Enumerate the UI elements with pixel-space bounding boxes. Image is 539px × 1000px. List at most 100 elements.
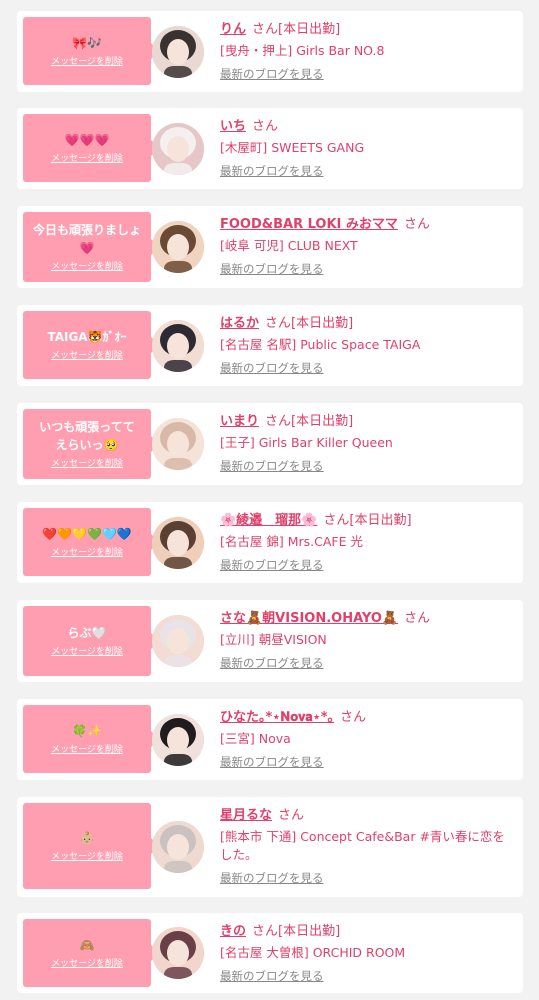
avatar[interactable] xyxy=(152,319,204,372)
delete-message-link[interactable]: メッセージを削除 xyxy=(51,851,123,863)
message-bubble: 今日も頑張りましょ💗 メッセージを削除 xyxy=(23,212,159,282)
latest-blog-link[interactable]: 最新のブログを見る xyxy=(220,162,324,180)
message-bubble: いつも頑張ってて えらいっ🥺 メッセージを削除 xyxy=(23,409,159,479)
avatar[interactable] xyxy=(152,25,204,78)
message-text: 今日も頑張りましょ💗 xyxy=(32,223,141,255)
message-card: 🍀✨ メッセージを削除 ひなた｡*⋆𝐍𝐨𝐯𝐚⋆*｡ さん [三宮] Nova 最新… xyxy=(17,699,523,780)
message-text: 🎀🎶 xyxy=(72,36,102,50)
entry-info: 🌸綾邉 瑠那🌸 さん[本日出勤] [名古屋 錦] Mrs.CAFE 光 最新のブロ… xyxy=(220,512,515,575)
entry-info: きの さん[本日出勤] [名古屋 大曽根] ORCHID ROOM 最新のブログを… xyxy=(220,923,515,986)
honorific: さん xyxy=(252,924,279,939)
latest-blog-link[interactable]: 最新のブログを見る xyxy=(220,869,324,887)
latest-blog-link[interactable]: 最新のブログを見る xyxy=(220,260,324,278)
avatar[interactable] xyxy=(152,122,204,175)
message-text: いつも頑張ってて えらいっ🥺 xyxy=(39,420,135,452)
cast-name-link[interactable]: いまり xyxy=(220,414,259,429)
latest-blog-link[interactable]: 最新のブログを見る xyxy=(220,556,324,574)
latest-blog-link[interactable]: 最新のブログを見る xyxy=(220,753,324,771)
message-text: らぶ🤍 xyxy=(67,626,107,640)
name-line: はるか さん[本日出勤] xyxy=(220,315,515,333)
latest-blog-link[interactable]: 最新のブログを見る xyxy=(220,967,324,985)
cast-name-link[interactable]: いち xyxy=(220,119,246,134)
avatar[interactable] xyxy=(152,821,204,873)
message-card: ❤️🧡💛💚🩵💙 メッセージを削除 🌸綾邉 瑠那🌸 さん[本日出勤] [名古屋 錦]… xyxy=(17,502,523,583)
cast-name-link[interactable]: ひなた｡*⋆𝐍𝐨𝐯𝐚⋆*｡ xyxy=(220,710,334,725)
honorific: さん xyxy=(265,316,292,331)
avatar-photo-icon xyxy=(152,516,204,569)
honorific: さん xyxy=(278,808,305,823)
name-line: 🌸綾邉 瑠那🌸 さん[本日出勤] xyxy=(220,512,515,530)
entry-info: FOOD&BAR LOKI みおママ さん [岐阜 可児] CLUB NEXT 最… xyxy=(220,216,515,279)
message-text: 💗💗💗 xyxy=(64,133,110,147)
message-bubble: TAIGA🐯ｶﾞｵｰ メッセージを削除 xyxy=(23,311,159,379)
delete-message-link[interactable]: メッセージを削除 xyxy=(51,646,123,658)
avatar-photo-icon xyxy=(152,319,204,372)
avatar-photo-icon xyxy=(152,122,204,175)
latest-blog-link[interactable]: 最新のブログを見る xyxy=(220,359,324,377)
entry-info: はるか さん[本日出勤] [名古屋 名駅] Public Space TAIGA … xyxy=(220,315,515,378)
message-card: いつも頑張ってて えらいっ🥺 メッセージを削除 いまり さん[本日出勤] [王子]… xyxy=(17,403,523,485)
cast-name-link[interactable]: きの xyxy=(220,924,246,939)
name-line: いまり さん[本日出勤] xyxy=(220,413,515,431)
shop-name: [立川] 朝昼VISION xyxy=(220,632,327,647)
avatar[interactable] xyxy=(152,418,204,470)
message-card: 👶🏼 メッセージを削除 星月るな さん [熊本市 下通] Concept Cafe… xyxy=(17,797,523,897)
entry-info: 星月るな さん [熊本市 下通] Concept Cafe&Bar #青い春に恋を… xyxy=(220,807,515,888)
entry-info: いち さん [木屋町] SWEETS GANG 最新のブログを見る xyxy=(220,118,515,181)
entry-info: さな🧸朝VISION.OHAYO🧸 さん [立川] 朝昼VISION 最新のブログ… xyxy=(220,610,515,673)
honorific: さん xyxy=(403,217,430,232)
cast-name-link[interactable]: FOOD&BAR LOKI みおママ xyxy=(220,217,398,232)
message-card: らぶ🤍 メッセージを削除 さな🧸朝VISION.OHAYO🧸 さん [立川] 朝昼… xyxy=(17,600,523,682)
avatar-photo-icon xyxy=(152,221,204,273)
delete-message-link[interactable]: メッセージを削除 xyxy=(51,458,123,470)
attendance-status: [本日出勤] xyxy=(291,414,354,429)
message-card: 今日も頑張りましょ💗 メッセージを削除 FOOD&BAR LOKI みおママ さん… xyxy=(17,206,523,288)
avatar[interactable] xyxy=(152,516,204,569)
latest-blog-link[interactable]: 最新のブログを見る xyxy=(220,654,324,672)
message-bubble: ❤️🧡💛💚🩵💙 メッセージを削除 xyxy=(23,508,159,576)
avatar-photo-icon xyxy=(152,615,204,667)
message-text: 🍀✨ xyxy=(72,724,102,738)
entry-info: ひなた｡*⋆𝐍𝐨𝐯𝐚⋆*｡ さん [三宮] Nova 最新のブログを見る xyxy=(220,709,515,772)
avatar[interactable] xyxy=(152,615,204,667)
cast-name-link[interactable]: さな🧸朝VISION.OHAYO🧸 xyxy=(220,611,398,626)
cast-name-link[interactable]: 🌸綾邉 瑠那🌸 xyxy=(220,513,317,528)
avatar-photo-icon xyxy=(152,927,204,979)
delete-message-link[interactable]: メッセージを削除 xyxy=(51,56,123,68)
delete-message-link[interactable]: メッセージを削除 xyxy=(51,350,123,362)
attendance-status: [本日出勤] xyxy=(278,924,341,939)
name-line: さな🧸朝VISION.OHAYO🧸 さん xyxy=(220,610,515,628)
message-bubble: 🎀🎶 メッセージを削除 xyxy=(23,17,159,85)
entry-info: いまり さん[本日出勤] [王子] Girls Bar Killer Queen … xyxy=(220,413,515,476)
shop-name: [岐阜 可児] CLUB NEXT xyxy=(220,238,358,253)
avatar-photo-icon xyxy=(152,418,204,470)
shop-name: [名古屋 名駅] Public Space TAIGA xyxy=(220,337,421,352)
latest-blog-link[interactable]: 最新のブログを見る xyxy=(220,457,324,475)
delete-message-link[interactable]: メッセージを削除 xyxy=(51,744,123,756)
message-card: TAIGA🐯ｶﾞｵｰ メッセージを削除 はるか さん[本日出勤] [名古屋 名駅]… xyxy=(17,305,523,386)
avatar[interactable] xyxy=(152,221,204,273)
name-line: りん さん[本日出勤] xyxy=(220,21,515,39)
honorific: さん xyxy=(252,22,279,37)
delete-message-link[interactable]: メッセージを削除 xyxy=(51,261,123,273)
message-bubble: 👶🏼 メッセージを削除 xyxy=(23,803,159,889)
delete-message-link[interactable]: メッセージを削除 xyxy=(51,547,123,559)
avatar[interactable] xyxy=(152,927,204,979)
message-card: 🙈 メッセージを削除 きの さん[本日出勤] [名古屋 大曽根] ORCHID R… xyxy=(17,913,523,993)
message-text: ❤️🧡💛💚🩵💙 xyxy=(42,527,132,541)
entry-info: りん さん[本日出勤] [曳舟・押上] Girls Bar NO.8 最新のブログ… xyxy=(220,21,515,84)
delete-message-link[interactable]: メッセージを削除 xyxy=(51,153,123,165)
shop-name: [名古屋 大曽根] ORCHID ROOM xyxy=(220,945,406,960)
latest-blog-link[interactable]: 最新のブログを見る xyxy=(220,65,324,83)
message-bubble: 🍀✨ メッセージを削除 xyxy=(23,705,159,773)
cast-name-link[interactable]: りん xyxy=(220,22,246,37)
message-text: 🙈 xyxy=(79,938,95,952)
name-line: ひなた｡*⋆𝐍𝐨𝐯𝐚⋆*｡ さん xyxy=(220,709,515,727)
shop-name: [木屋町] SWEETS GANG xyxy=(220,140,365,155)
cast-name-link[interactable]: はるか xyxy=(220,316,259,331)
delete-message-link[interactable]: メッセージを削除 xyxy=(51,958,123,970)
shop-name: [名古屋 錦] Mrs.CAFE 光 xyxy=(220,534,363,549)
cast-name-link[interactable]: 星月るな xyxy=(220,808,272,823)
avatar[interactable] xyxy=(152,713,204,766)
shop-name: [王子] Girls Bar Killer Queen xyxy=(220,435,393,450)
